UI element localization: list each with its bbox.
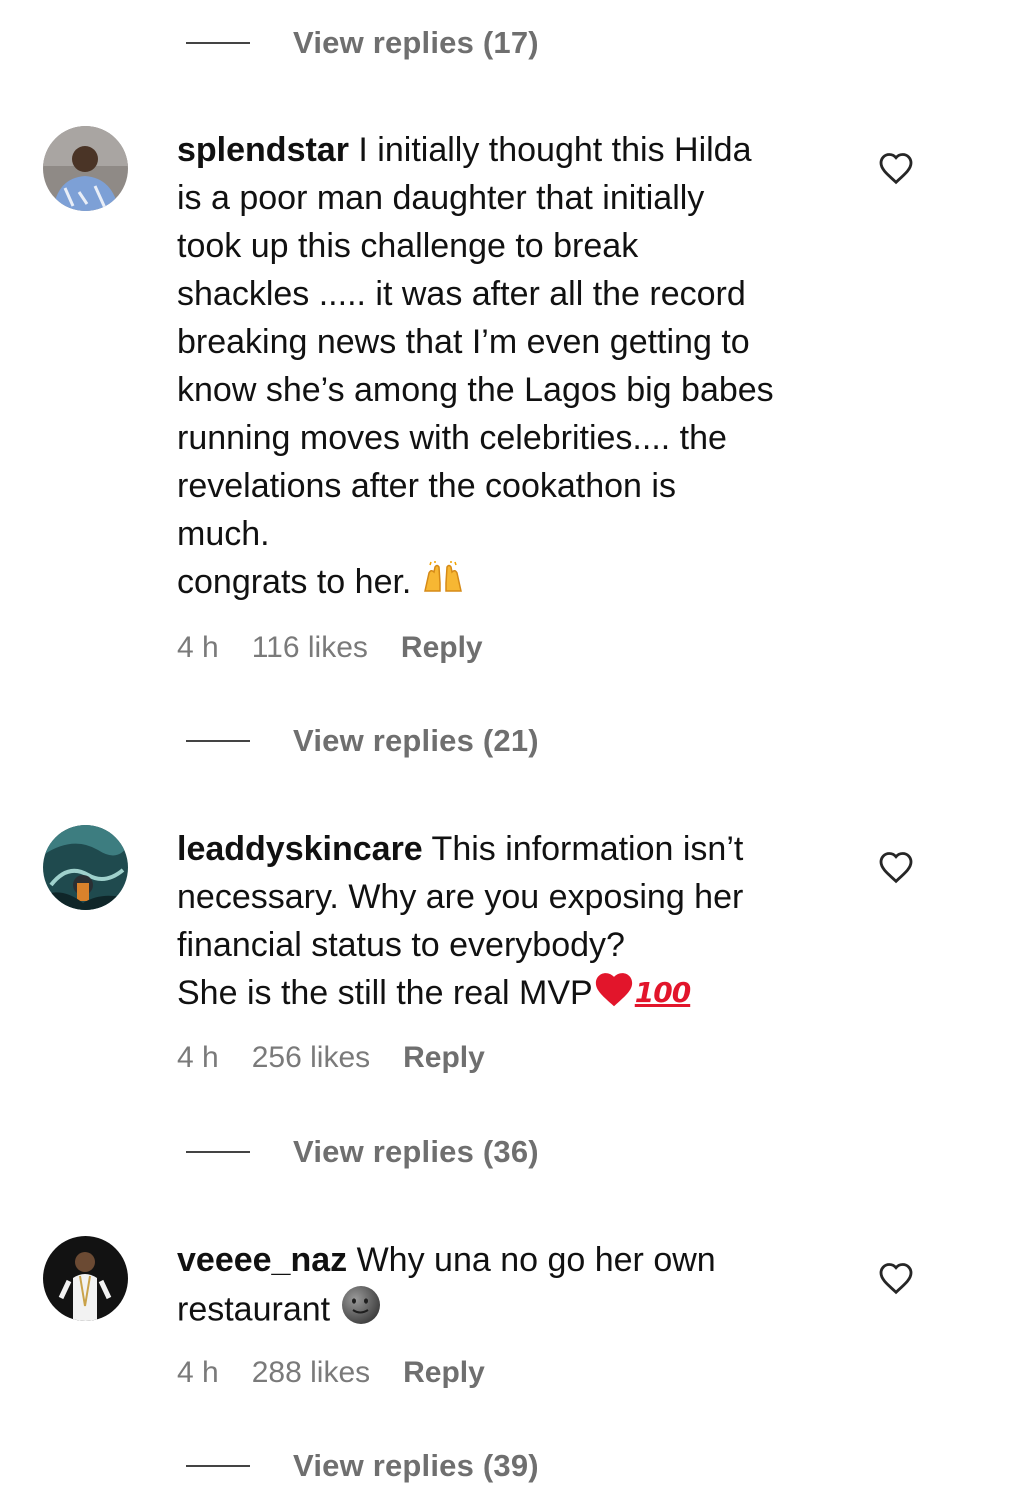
view-replies-veeee-naz[interactable]: View replies (39) <box>186 1446 539 1486</box>
comment-text: veeee_naz Why una no go her own restaura… <box>177 1236 837 1339</box>
comment-text: splendstar I initially thought this Hild… <box>177 126 837 608</box>
view-replies-label: View replies (17) <box>293 25 539 60</box>
view-replies-splendstar[interactable]: View replies (21) <box>186 721 539 761</box>
avatar-image <box>43 1236 128 1321</box>
view-replies-top[interactable]: View replies (17) <box>186 23 539 63</box>
view-replies-leaddyskincare[interactable]: View replies (36) <box>186 1132 539 1172</box>
view-replies-label: View replies (39) <box>293 1448 539 1483</box>
hundred-points-emoji: 100 <box>634 976 691 1009</box>
reply-button[interactable]: Reply <box>403 1356 485 1390</box>
reply-button[interactable]: Reply <box>403 1041 485 1075</box>
view-replies-label: View replies (36) <box>293 1134 539 1169</box>
reply-divider-line <box>186 740 250 742</box>
reply-divider-line <box>186 1151 250 1153</box>
avatar-image <box>43 825 128 910</box>
reply-divider-line <box>186 1465 250 1467</box>
new-moon-face-emoji <box>340 1284 382 1339</box>
avatar[interactable] <box>43 1236 128 1321</box>
view-replies-label: View replies (21) <box>293 723 539 758</box>
heart-icon[interactable] <box>878 850 914 884</box>
comment-username[interactable]: leaddyskincare <box>177 830 423 868</box>
avatar-image <box>43 126 128 211</box>
heart-icon[interactable] <box>878 1261 914 1295</box>
comment-time: 4 h <box>177 1356 219 1389</box>
comment-text: leaddyskincare This information isn’t ne… <box>177 825 837 1021</box>
reply-divider-line <box>186 42 250 44</box>
comment-username[interactable]: veeee_naz <box>177 1241 347 1279</box>
comment-likes[interactable]: 256 likes <box>252 1041 370 1075</box>
comment-meta: 4 h 288 likes Reply <box>177 1353 485 1393</box>
comment-likes[interactable]: 288 likes <box>252 1356 370 1390</box>
comment-meta: 4 h 256 likes Reply <box>177 1038 485 1078</box>
reply-button[interactable]: Reply <box>401 631 483 665</box>
comment-meta: 4 h 116 likes Reply <box>177 628 483 668</box>
comment-time: 4 h <box>177 1041 219 1074</box>
comment-likes[interactable]: 116 likes <box>252 631 368 665</box>
comment-time: 4 h <box>177 631 219 664</box>
avatar[interactable] <box>43 126 128 211</box>
comment-username[interactable]: splendstar <box>177 131 349 169</box>
comment-content: I initially thought this Hilda is a poor… <box>177 131 774 601</box>
raising-hands-emoji <box>421 560 465 608</box>
avatar[interactable] <box>43 825 128 910</box>
heart-icon[interactable] <box>878 151 914 185</box>
red-heart-emoji <box>593 970 635 1021</box>
